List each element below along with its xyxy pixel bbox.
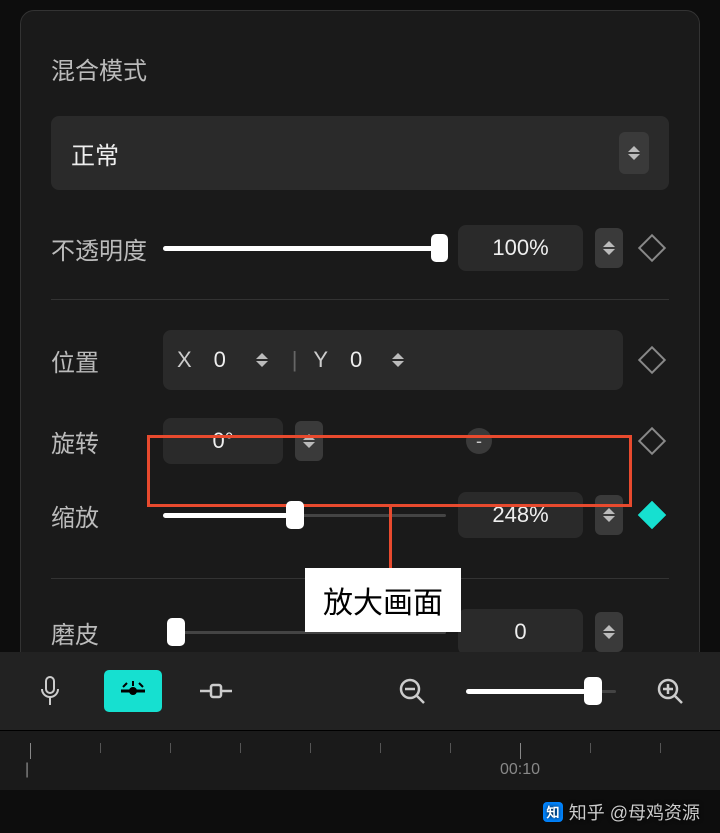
smooth-value: 0 [458, 619, 583, 645]
watermark: 知 知乎 @母鸡资源 [543, 799, 700, 825]
rotation-row: 旋转 0° - [51, 418, 669, 464]
chevron-down-icon [628, 154, 640, 160]
x-stepper[interactable] [248, 340, 276, 380]
chevron-up-icon [603, 241, 615, 247]
y-label: Y [313, 347, 328, 373]
split-icon[interactable] [196, 671, 236, 711]
chevron-down-icon [256, 361, 268, 367]
position-xy-input[interactable]: X 0 | Y 0 [163, 330, 623, 390]
divider [51, 299, 669, 300]
chevron-down-icon [603, 249, 615, 255]
annotation-line [389, 505, 392, 570]
smooth-stepper[interactable] [595, 612, 623, 652]
scale-value: 248% [458, 502, 583, 528]
slider-thumb[interactable] [431, 234, 448, 262]
opacity-stepper[interactable] [595, 228, 623, 268]
keyframe-icon[interactable] [638, 234, 666, 262]
zoom-slider[interactable] [466, 688, 616, 694]
blend-mode-value: 正常 [71, 136, 119, 171]
record-tool-icon[interactable] [104, 670, 162, 712]
x-label: X [177, 347, 192, 373]
chevron-down-icon [603, 633, 615, 639]
opacity-value-box[interactable]: 100% [458, 225, 583, 271]
chevron-up-icon [603, 508, 615, 514]
scale-stepper[interactable] [595, 495, 623, 535]
y-stepper[interactable] [384, 340, 412, 380]
scale-row: 缩放 248% [51, 492, 669, 538]
blend-mode-label: 混合模式 [51, 51, 669, 86]
slider-thumb[interactable] [167, 618, 185, 646]
slider-thumb[interactable] [584, 677, 602, 705]
timeline-ruler[interactable]: | 00:10 [0, 730, 720, 790]
scale-slider[interactable] [163, 512, 446, 518]
chevron-down-icon [603, 516, 615, 522]
opacity-slider[interactable] [163, 245, 446, 251]
rotation-stepper[interactable] [295, 421, 323, 461]
keyframe-icon[interactable] [638, 501, 666, 529]
mic-icon[interactable] [30, 671, 70, 711]
blend-mode-dropdown[interactable]: 正常 [51, 116, 669, 190]
scale-value-box[interactable]: 248% [458, 492, 583, 538]
zoom-out-icon[interactable] [392, 671, 432, 711]
chevron-down-icon [392, 361, 404, 367]
chevron-up-icon [256, 353, 268, 359]
x-value: 0 [200, 347, 240, 373]
position-row: 位置 X 0 | Y 0 [51, 330, 669, 390]
chevron-down-icon [303, 442, 315, 448]
slider-thumb[interactable] [286, 501, 304, 529]
zoom-in-icon[interactable] [650, 671, 690, 711]
chevron-up-icon [603, 625, 615, 631]
chevron-up-icon [628, 146, 640, 152]
time-label: 00:10 [500, 761, 540, 779]
bottom-toolbar [0, 652, 720, 730]
opacity-label: 不透明度 [51, 231, 151, 266]
scale-label: 缩放 [51, 498, 151, 533]
chevron-up-icon [392, 353, 404, 359]
opacity-value: 100% [458, 235, 583, 261]
smooth-label: 磨皮 [51, 615, 151, 650]
position-label: 位置 [51, 343, 151, 378]
xy-separator: | [292, 347, 298, 373]
keyframe-icon[interactable] [638, 427, 666, 455]
rotation-value-box[interactable]: 0° [163, 418, 283, 464]
svg-text:知: 知 [546, 805, 559, 820]
annotation-callout: 放大画面 [305, 568, 461, 632]
time-start-label: | [25, 761, 29, 779]
dropdown-stepper[interactable] [619, 132, 649, 174]
smooth-value-box[interactable]: 0 [458, 609, 583, 655]
keyframe-icon[interactable] [638, 346, 666, 374]
y-value: 0 [336, 347, 376, 373]
opacity-row: 不透明度 100% [51, 225, 669, 271]
rotation-reset-icon[interactable]: - [466, 428, 492, 454]
zhihu-icon: 知 [543, 802, 563, 822]
rotation-value: 0° [163, 428, 283, 454]
chevron-up-icon [303, 434, 315, 440]
rotation-label: 旋转 [51, 424, 151, 459]
